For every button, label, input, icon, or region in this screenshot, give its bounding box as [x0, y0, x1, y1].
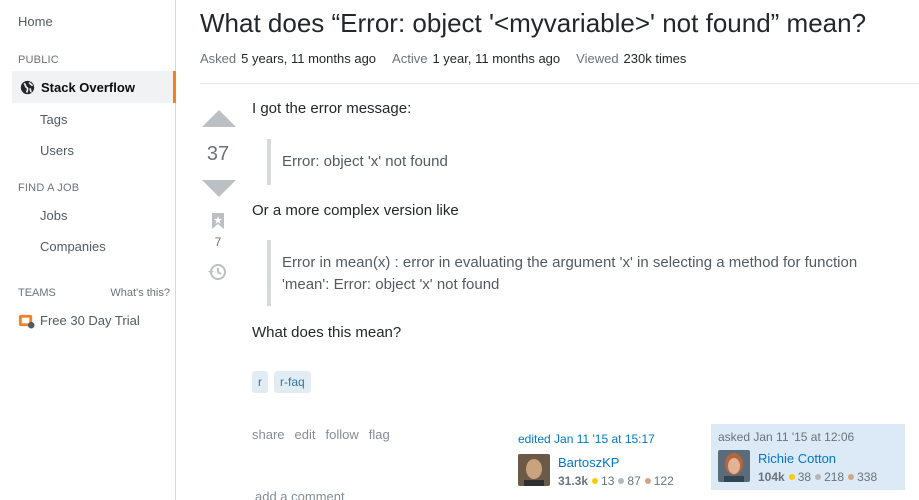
owner-card: asked Jan 11 '15 at 12:06 Richie Cotton …	[711, 424, 905, 490]
edit-link[interactable]: edit	[295, 427, 316, 442]
teams-label: TEAMS	[18, 287, 56, 299]
sidebar-item-stack-overflow[interactable]: Stack Overflow	[12, 71, 176, 103]
add-comment-link[interactable]: add a comment	[255, 489, 345, 500]
reputation-score: 31.3k	[558, 474, 589, 488]
gold-badge-icon	[788, 474, 795, 481]
upvote-arrow-icon[interactable]	[202, 110, 236, 127]
follow-link[interactable]: follow	[326, 427, 359, 442]
whats-this-link[interactable]: What's this?	[110, 287, 170, 299]
silver-badge-icon	[618, 478, 625, 485]
free-trial-label: Free 30 Day Trial	[40, 313, 140, 328]
edited-timestamp[interactable]: edited Jan 11 '15 at 15:17	[518, 432, 655, 446]
gold-badge-count: 38	[797, 470, 812, 484]
body-paragraph: I got the error message:	[252, 100, 412, 117]
header-divider	[200, 83, 919, 84]
globe-icon	[20, 80, 35, 94]
blockquote: Error: object 'x' not found	[267, 139, 448, 185]
sidebar-item-tags[interactable]: Tags	[40, 112, 67, 127]
briefcase-icon	[18, 314, 35, 329]
blockquote: Error in mean(x) : error in evaluating t…	[267, 240, 857, 306]
gold-badge-icon	[592, 478, 599, 485]
body-paragraph: Or a more complex version like	[252, 202, 459, 219]
share-link[interactable]: share	[252, 427, 285, 442]
editor-card: edited Jan 11 '15 at 15:17 BartoszKP 31.…	[511, 424, 705, 490]
tag-r-faq[interactable]: r-faq	[274, 371, 311, 393]
sidebar-section-find-a-job: FIND A JOB	[18, 182, 80, 194]
blockquote-text: 'mean': Error: object 'x' not found	[282, 276, 500, 293]
bronze-badge-icon	[644, 478, 651, 485]
active-value[interactable]: 1 year, 11 months ago	[432, 51, 560, 66]
tag-r[interactable]: r	[252, 371, 268, 393]
asked-label: Asked	[200, 51, 237, 66]
post-actions: share edit follow flag	[252, 427, 390, 442]
sidebar-item-home[interactable]: Home	[18, 14, 53, 29]
viewed-label: Viewed	[576, 51, 619, 66]
sidebar-item-jobs[interactable]: Jobs	[40, 208, 67, 223]
question-meta: Asked 5 years, 11 months ago Active 1 year…	[200, 51, 686, 66]
silver-badge-count: 87	[627, 474, 641, 488]
reputation: 104k 38 218 338	[758, 470, 877, 484]
sidebar-section-teams: TEAMS What's this?	[18, 287, 170, 299]
active-label: Active	[392, 51, 428, 66]
vote-count: 37	[206, 143, 230, 165]
editor-name[interactable]: BartoszKP	[558, 455, 619, 470]
silver-badge-icon	[815, 474, 822, 481]
bookmark-count: 7	[214, 235, 222, 249]
sidebar-item-label: Stack Overflow	[41, 79, 135, 95]
sidebar-section-public: PUBLIC	[18, 54, 59, 66]
blockquote-text: Error: object 'x' not found	[282, 153, 448, 170]
viewed-value: 230k times	[623, 51, 687, 66]
left-sidebar: Home PUBLIC Stack Overflow Tags Users FI…	[0, 0, 176, 500]
body-paragraph: What does this mean?	[252, 324, 402, 341]
avatar[interactable]	[718, 450, 750, 482]
downvote-arrow-icon[interactable]	[202, 180, 236, 197]
silver-badge-count: 218	[824, 470, 845, 484]
bookmark-icon[interactable]	[212, 213, 224, 229]
tag-list: r r-faq	[252, 371, 311, 393]
sidebar-item-users[interactable]: Users	[40, 143, 74, 158]
question-title[interactable]: What does “Error: object '<myvariable>' …	[200, 8, 866, 39]
bronze-badge-icon	[848, 474, 855, 481]
asked-value: 5 years, 11 months ago	[241, 51, 377, 66]
asked-timestamp: asked Jan 11 '15 at 12:06	[718, 430, 855, 444]
reputation: 31.3k 13 87 122	[558, 474, 674, 488]
blockquote-text: Error in mean(x) : error in evaluating t…	[282, 254, 858, 271]
sidebar-item-companies[interactable]: Companies	[40, 239, 106, 254]
gold-badge-count: 13	[601, 474, 615, 488]
reputation-score: 104k	[758, 470, 785, 484]
owner-name[interactable]: Richie Cotton	[758, 451, 836, 466]
flag-link[interactable]: flag	[369, 427, 390, 442]
avatar[interactable]	[518, 454, 550, 486]
bronze-badge-count: 122	[653, 474, 674, 488]
history-icon[interactable]	[207, 263, 227, 281]
free-trial-link[interactable]: Free 30 Day Trial	[18, 312, 140, 329]
bronze-badge-count: 338	[857, 470, 878, 484]
